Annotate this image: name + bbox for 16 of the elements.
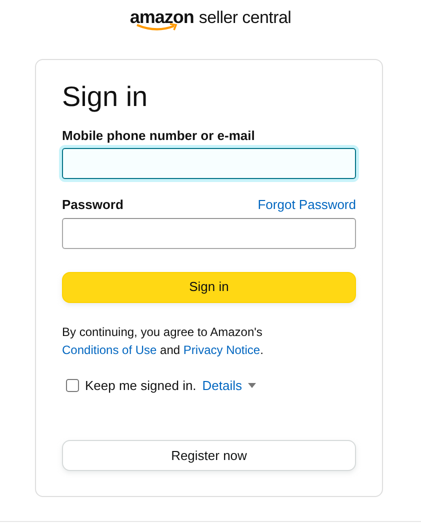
page-title: Sign in xyxy=(62,80,149,114)
field-label: Password xyxy=(62,196,124,214)
logo: amazon seller central xyxy=(130,8,292,32)
forgot-password-link[interactable]: Forgot Password xyxy=(258,195,356,215)
details-link[interactable]: Details xyxy=(202,376,256,396)
legal-notice: By continuing, you agree to Amazon's Conditions of Use and Privacy Notice. xyxy=(62,324,264,360)
register-button[interactable]: Register now xyxy=(62,440,356,472)
notice-link[interactable]: Privacy Notice xyxy=(183,343,260,358)
password-field[interactable] xyxy=(62,218,356,249)
keep-signed-in-checkbox[interactable] xyxy=(66,379,79,392)
email-field[interactable] xyxy=(62,148,356,180)
caret-icon xyxy=(248,383,256,388)
sign-in-button[interactable]: Sign in xyxy=(62,272,356,303)
notice-link[interactable]: Conditions of Use xyxy=(62,343,157,358)
field-label: Mobile phone number or e-mail xyxy=(62,126,256,145)
checkbox-label: Keep me signed in. xyxy=(85,376,196,395)
